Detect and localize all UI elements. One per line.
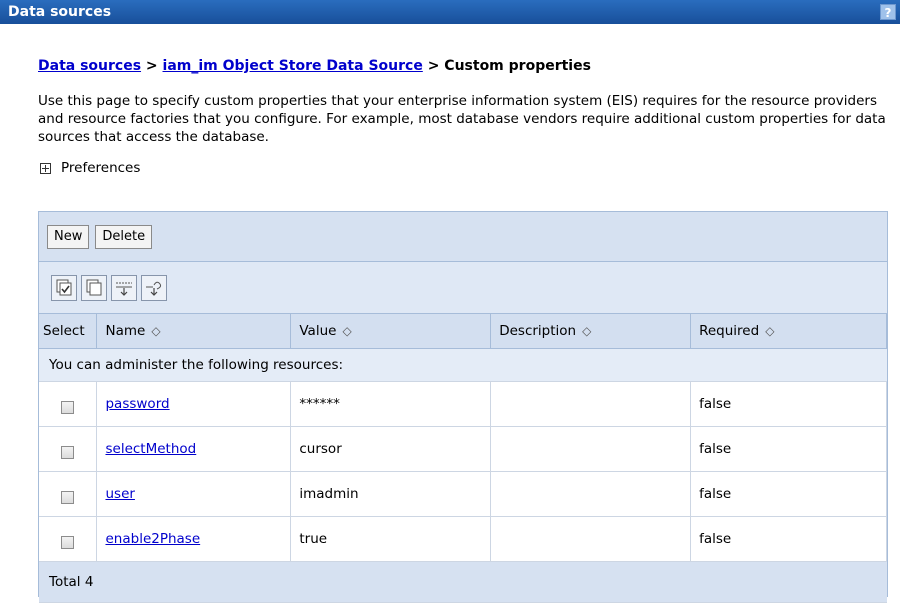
- table-header-row: Select Name ◇ Value ◇ Description ◇ Require…: [39, 314, 887, 349]
- total-row: Total 4: [39, 561, 887, 603]
- window-title: Data sources: [8, 4, 112, 20]
- property-description: [490, 381, 692, 427]
- table-row: selectMethod cursor false: [39, 426, 887, 472]
- show-filter-icon[interactable]: [111, 274, 137, 301]
- expand-icon[interactable]: [40, 162, 51, 174]
- column-header-value[interactable]: Value ◇: [290, 314, 492, 349]
- property-description: [490, 471, 692, 517]
- property-required: false: [690, 426, 887, 472]
- column-header-required[interactable]: Required ◇: [690, 314, 887, 349]
- column-header-select: Select: [39, 314, 98, 349]
- breadcrumb-link-data-sources[interactable]: Data sources: [38, 58, 141, 74]
- sort-icon[interactable]: ◇: [151, 324, 160, 338]
- table-row: enable2Phase true false: [39, 516, 887, 562]
- property-value: true: [290, 516, 492, 562]
- breadcrumb: Data sources > iam_im Object Store Data …: [38, 58, 888, 82]
- column-header-description[interactable]: Description ◇: [490, 314, 692, 349]
- breadcrumb-current: Custom properties: [444, 58, 591, 74]
- row-checkbox[interactable]: [61, 535, 75, 549]
- preferences-toggle[interactable]: Preferences: [38, 160, 888, 176]
- property-value: cursor: [290, 426, 492, 472]
- new-button[interactable]: New: [47, 224, 90, 249]
- property-value: imadmin: [290, 471, 492, 517]
- property-name-link[interactable]: selectMethod: [105, 441, 196, 457]
- clear-filter-icon[interactable]: [141, 274, 167, 301]
- breadcrumb-separator: >: [145, 58, 158, 74]
- deselect-all-icon[interactable]: [81, 274, 107, 301]
- column-header-name[interactable]: Name ◇: [96, 314, 292, 349]
- property-name-link[interactable]: enable2Phase: [105, 531, 200, 547]
- total-count: Total 4: [39, 561, 887, 603]
- table-row: password ****** false: [39, 381, 887, 427]
- help-button[interactable]: ?: [880, 4, 896, 20]
- row-checkbox[interactable]: [61, 400, 75, 414]
- properties-table: Select Name ◇ Value ◇ Description ◇ Require…: [39, 314, 887, 603]
- sort-icon[interactable]: ◇: [765, 324, 774, 338]
- property-required: false: [690, 471, 887, 517]
- row-checkbox[interactable]: [61, 445, 75, 459]
- main-content: Data sources > iam_im Object Store Data …: [38, 58, 888, 176]
- table-row: user imadmin false: [39, 471, 887, 517]
- property-required: false: [690, 516, 887, 562]
- action-toolbar: New Delete: [39, 212, 887, 262]
- custom-properties-collection: New Delete Select Name ◇ Value ◇ Descrip…: [38, 211, 888, 603]
- sort-icon[interactable]: ◇: [582, 324, 591, 338]
- group-label: You can administer the following resourc…: [39, 348, 887, 382]
- property-description: [490, 516, 692, 562]
- breadcrumb-separator: >: [427, 58, 440, 74]
- page-description: Use this page to specify custom properti…: [38, 93, 886, 145]
- property-required: false: [690, 381, 887, 427]
- sort-icon[interactable]: ◇: [342, 324, 351, 338]
- title-bar: Data sources ?: [0, 0, 900, 24]
- preferences-label: Preferences: [61, 160, 141, 176]
- table-icon-toolbar: [39, 262, 887, 314]
- property-name-link[interactable]: password: [105, 396, 169, 412]
- delete-button[interactable]: Delete: [95, 224, 153, 249]
- breadcrumb-link-data-source[interactable]: iam_im Object Store Data Source: [163, 58, 423, 74]
- property-description: [490, 426, 692, 472]
- property-name-link[interactable]: user: [105, 486, 134, 502]
- group-row: You can administer the following resourc…: [39, 348, 887, 382]
- select-all-icon[interactable]: [51, 274, 77, 301]
- property-value: ******: [290, 381, 492, 427]
- row-checkbox[interactable]: [61, 490, 75, 504]
